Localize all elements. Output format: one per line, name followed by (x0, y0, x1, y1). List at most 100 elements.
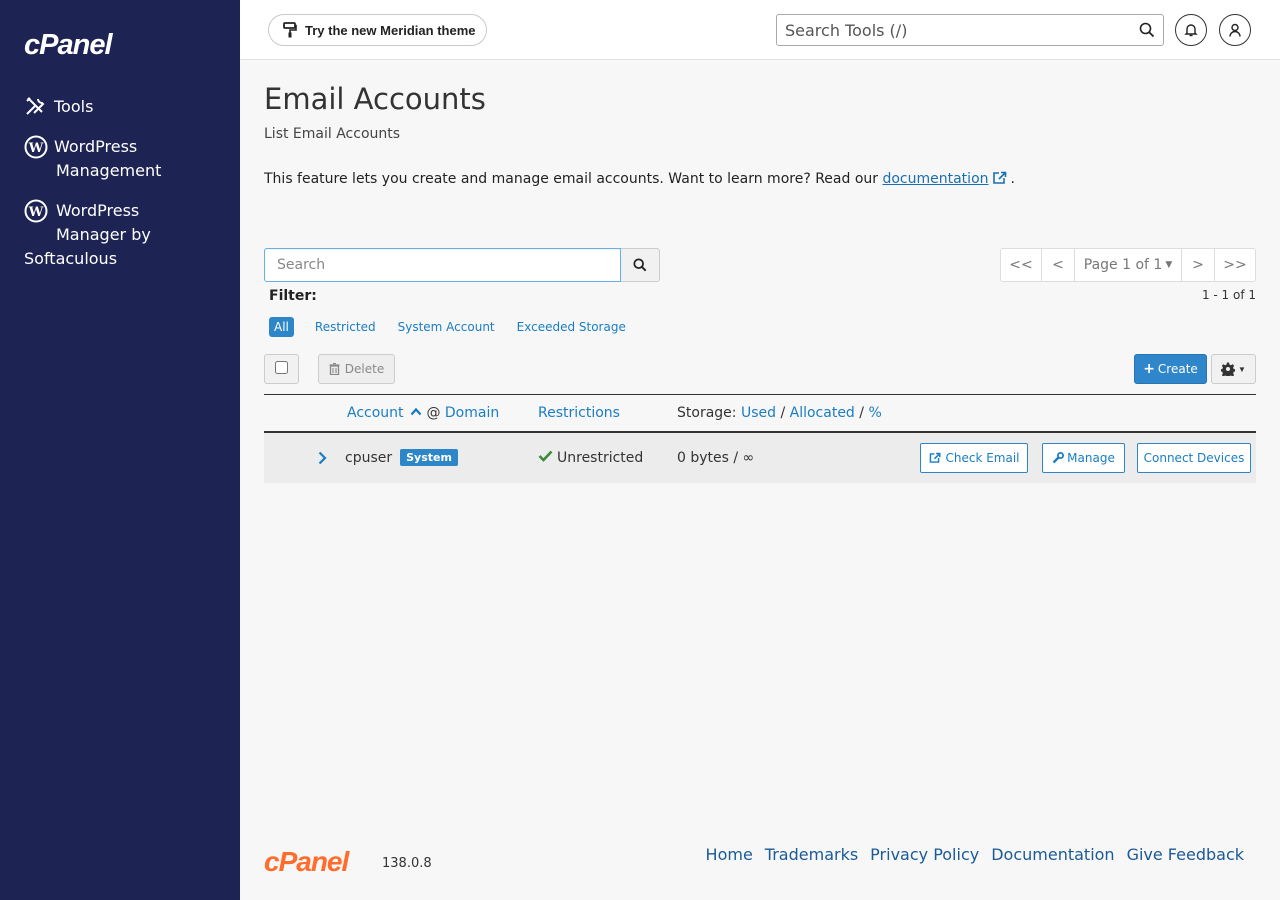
external-link-icon (992, 171, 1006, 184)
restriction-cell: Unrestricted (538, 450, 643, 466)
svg-text:cPanel: cPanel (24, 29, 113, 61)
search-icon (633, 258, 647, 272)
storage-separator: / (780, 405, 786, 421)
footer-cpanel-logo[interactable]: cPanel (264, 846, 382, 876)
connect-devices-button[interactable]: Connect Devices (1137, 443, 1251, 473)
expand-row-icon[interactable] (318, 451, 327, 465)
pager-last-button[interactable]: >> (1214, 248, 1256, 282)
filter-group: All Restricted System Account Exceeded S… (269, 317, 643, 337)
footer-link-documentation[interactable]: Documentation (991, 845, 1114, 864)
sidebar-item-wordpress-management[interactable]: W WordPress Management (24, 135, 161, 183)
pager-page-label: Page 1 of 1 (1083, 257, 1163, 273)
sort-by-domain[interactable]: Domain (445, 405, 499, 421)
filter-exceeded-storage[interactable]: Exceeded Storage (512, 317, 631, 337)
pagination: << < Page 1 of 1 ▼ > >> (1000, 248, 1256, 282)
sidebar-item-label: WordPress (54, 137, 138, 156)
version-number: 138.0.8 (382, 856, 432, 871)
caret-down-icon: ▼ (1238, 364, 1246, 374)
pager-page-select[interactable]: Page 1 of 1 ▼ (1074, 248, 1182, 282)
email-search-input[interactable] (264, 248, 621, 282)
pager-prev-button[interactable]: < (1041, 248, 1075, 282)
sort-by-used[interactable]: Used (741, 405, 776, 421)
delete-button[interactable]: Delete (318, 354, 395, 384)
page-title: Email Accounts (264, 82, 486, 116)
manage-label: Manage (1067, 451, 1115, 465)
wordpress-icon: W (24, 199, 48, 223)
column-storage: Storage: Used / Allocated / % (677, 405, 882, 421)
external-link-icon (930, 452, 941, 463)
page-subtitle: List Email Accounts (264, 126, 401, 142)
sort-by-restrictions[interactable]: Restrictions (538, 405, 620, 421)
table-header: Account @ Domain Restrictions Storage: U… (264, 394, 1256, 433)
svg-text:cPanel: cPanel (264, 846, 350, 876)
email-search (264, 248, 660, 282)
documentation-link[interactable]: documentation (882, 171, 988, 187)
select-all-button (264, 354, 299, 384)
column-account: Account @ Domain (347, 405, 499, 421)
sort-by-account[interactable]: Account (347, 405, 404, 421)
manage-button[interactable]: Manage (1042, 443, 1125, 473)
wrench-icon (1052, 452, 1065, 464)
svg-text:W: W (28, 141, 44, 156)
footer-link-trademarks[interactable]: Trademarks (765, 845, 858, 864)
restriction-value: Unrestricted (557, 450, 644, 466)
user-menu-button[interactable] (1219, 14, 1251, 46)
sidebar-item-label: WordPress (56, 201, 140, 220)
top-bar: Try the new Meridian theme (240, 0, 1280, 60)
search-tools-box (776, 14, 1164, 46)
sidebar: cPanel Tools W WordPress Management W Wo… (0, 0, 240, 900)
theme-button-label: Try the new Meridian theme (305, 22, 476, 38)
caret-down-icon: ▼ (1165, 260, 1173, 270)
delete-label: Delete (344, 362, 385, 376)
gear-icon (1221, 362, 1236, 376)
storage-separator: / (859, 405, 864, 421)
footer-links: Home Trademarks Privacy Policy Documenta… (694, 845, 1244, 864)
table-row: cpuser System Unrestricted 0 bytes / ∞ Ch… (264, 433, 1256, 483)
email-search-button[interactable] (621, 248, 660, 282)
cpanel-logo[interactable]: cPanel (24, 28, 144, 62)
sidebar-item-label-line2: Manager by (56, 225, 151, 244)
try-meridian-theme-button[interactable]: Try the new Meridian theme (268, 14, 487, 46)
settings-dropdown-button[interactable]: ▼ (1211, 354, 1256, 384)
system-badge: System (400, 449, 458, 466)
search-icon[interactable] (1139, 22, 1155, 38)
plus-icon: + (1143, 361, 1155, 377)
sidebar-item-tools[interactable]: Tools (24, 95, 93, 119)
svg-text:W: W (28, 205, 44, 220)
pager-first-button[interactable]: << (1000, 248, 1042, 282)
check-email-button[interactable]: Check Email (920, 443, 1028, 473)
create-button[interactable]: + Create (1134, 354, 1207, 384)
search-tools-input[interactable] (777, 15, 1117, 45)
create-label: Create (1157, 362, 1198, 376)
filter-system-account[interactable]: System Account (393, 317, 500, 337)
sidebar-item-label-line2: Management (56, 161, 162, 180)
check-icon (538, 450, 553, 462)
notifications-button[interactable] (1175, 14, 1207, 46)
storage-value: 0 bytes / ∞ (677, 450, 755, 466)
sort-by-allocated[interactable]: Allocated (790, 405, 855, 421)
pager-next-button[interactable]: > (1181, 248, 1215, 282)
tools-icon (24, 95, 48, 119)
results-count: 1 - 1 of 1 (1201, 288, 1256, 302)
user-icon (1229, 23, 1241, 37)
intro-sentence: This feature lets you create and manage … (264, 171, 883, 187)
footer-link-give-feedback[interactable]: Give Feedback (1127, 845, 1244, 864)
check-email-label: Check Email (945, 451, 1020, 465)
paint-roller-icon (283, 22, 297, 38)
storage-label: Storage: (677, 405, 737, 421)
footer-link-privacy-policy[interactable]: Privacy Policy (870, 845, 979, 864)
sidebar-item-wordpress-manager-softaculous[interactable]: W WordPress Manager by Softaculous (24, 199, 151, 271)
sort-asc-icon[interactable] (410, 407, 422, 416)
filter-restricted[interactable]: Restricted (310, 317, 381, 337)
sort-by-percent[interactable]: % (868, 405, 881, 421)
select-all-checkbox[interactable] (275, 360, 288, 374)
footer-link-home[interactable]: Home (706, 845, 753, 864)
intro-text: This feature lets you create and manage … (264, 171, 1015, 187)
filter-all[interactable]: All (269, 317, 294, 337)
bell-icon (1184, 24, 1198, 37)
at-sign: @ (426, 405, 441, 421)
sidebar-item-label: Tools (54, 97, 94, 116)
intro-end: . (1010, 171, 1015, 187)
wordpress-icon: W (24, 135, 48, 159)
sidebar-item-label-line3: Softaculous (24, 249, 118, 268)
